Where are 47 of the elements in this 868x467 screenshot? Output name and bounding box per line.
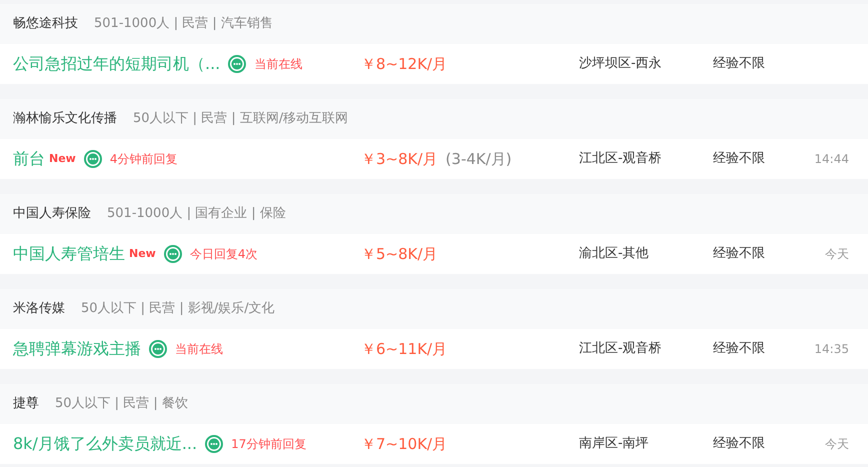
experience: 经验不限 (713, 340, 766, 358)
location: 江北区-观音桥 (579, 150, 663, 168)
reply-status: 4分钟前回复 (110, 151, 178, 168)
location: 沙坪坝区-西永 (579, 55, 663, 74)
location: 渝北区-其他 (579, 245, 650, 264)
new-tag: New (129, 246, 156, 262)
location: 江北区-观音桥 (579, 340, 663, 358)
company-name[interactable]: 捷尊 (13, 394, 39, 414)
company-info: 50人以下 | 民营 | 互联网/移动互联网 (133, 110, 348, 128)
chat-icon[interactable] (228, 55, 246, 73)
post-time: 今天 (824, 246, 849, 263)
reply-status: 当前在线 (175, 341, 223, 358)
experience: 经验不限 (713, 245, 766, 264)
company-info: 50人以下 | 民营 | 餐饮 (55, 395, 188, 414)
chat-icon[interactable] (164, 245, 182, 263)
job-row[interactable]: 8k/月饿了么外卖员就近... 17分钟前回复 ￥7~10K/月 南岸区-南坪 经验不限 今天 (0, 424, 868, 464)
experience: 经验不限 (713, 55, 766, 74)
company-name[interactable]: 畅悠途科技 (13, 14, 78, 34)
chat-icon[interactable] (84, 150, 102, 168)
job-row[interactable]: 公司急招过年的短期司机（... 当前在线 ￥8~12K/月 沙坪坝区-西永 经验不限 (0, 44, 868, 84)
location: 南岸区-南坪 (579, 435, 650, 454)
chat-icon[interactable] (149, 340, 167, 358)
salary: ￥6~11K/月 (361, 338, 448, 360)
reply-status: 17分钟前回复 (231, 436, 306, 453)
post-time: 今天 (824, 436, 849, 453)
reply-status: 今日回复4次 (190, 246, 258, 263)
company-info: 501-1000人 | 国有企业 | 保险 (107, 205, 286, 224)
post-time: 14:44 (813, 151, 849, 168)
new-tag: New (49, 150, 76, 168)
company-name[interactable]: 米洛传媒 (13, 299, 65, 319)
job-row[interactable]: 前台 New 4分钟前回复 ￥3~8K/月 (3-4K/月) 江北区-观音桥 经验不限 14:44 (0, 139, 868, 179)
company-info: 50人以下 | 民营 | 影视/娱乐/文化 (81, 300, 275, 318)
company-name[interactable]: 中国人寿保险 (13, 204, 91, 224)
post-time: 14:35 (813, 341, 849, 358)
company-info: 501-1000人 | 民营 | 汽车销售 (94, 15, 273, 34)
salary-note: (3-4K/月) (446, 148, 512, 170)
reply-status: 当前在线 (254, 56, 302, 73)
experience: 经验不限 (713, 435, 766, 454)
salary: ￥7~10K/月 (361, 434, 448, 455)
job-row[interactable]: 急聘弹幕游戏主播 当前在线 ￥6~11K/月 江北区-观音桥 经验不限 14:35 (0, 329, 868, 369)
experience: 经验不限 (713, 150, 766, 168)
chat-icon[interactable] (205, 435, 224, 453)
company-name[interactable]: 瀚林愉乐文化传播 (13, 109, 117, 129)
salary: ￥3~8K/月 (361, 148, 438, 170)
job-row[interactable]: 中国人寿管培生 New 今日回复4次 ￥5~8K/月 渝北区-其他 经验不限 今天 (0, 234, 868, 274)
salary: ￥8~12K/月 (361, 54, 448, 75)
salary: ￥5~8K/月 (361, 244, 438, 265)
